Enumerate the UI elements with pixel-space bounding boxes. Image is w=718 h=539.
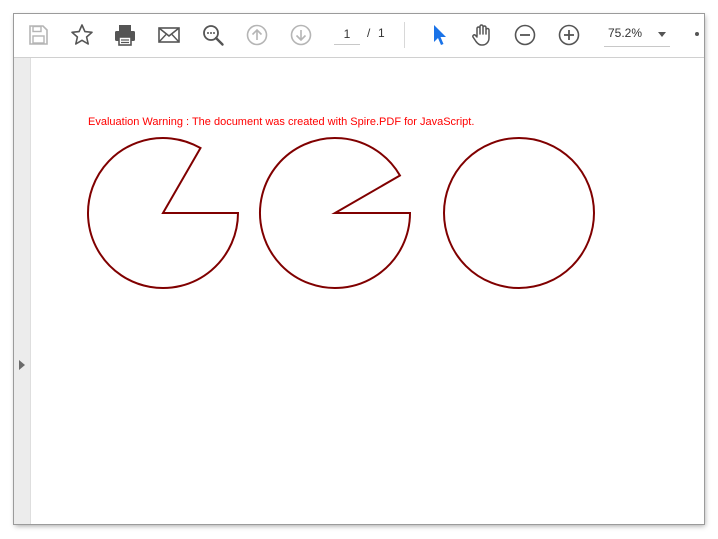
hand-tool-button[interactable] — [468, 21, 496, 49]
page-total: 1 — [378, 26, 385, 40]
zoom-select[interactable]: 75.2% — [604, 22, 670, 47]
email-button[interactable] — [155, 21, 183, 49]
arrow-down-circle-icon — [290, 24, 312, 46]
page-separator: / — [367, 26, 371, 40]
mail-icon — [158, 27, 180, 43]
expand-sidebar-icon[interactable] — [19, 360, 25, 370]
shapes-canvas — [87, 137, 595, 289]
plus-circle-icon — [558, 24, 580, 46]
printer-icon — [115, 25, 135, 46]
next-page-button[interactable] — [287, 21, 315, 49]
page-number-input[interactable] — [334, 24, 360, 45]
previous-page-button[interactable] — [243, 21, 271, 49]
save-icon — [29, 25, 48, 45]
zoom-in-button[interactable] — [555, 21, 583, 49]
save-button[interactable] — [24, 21, 52, 49]
select-tool-button[interactable] — [424, 21, 452, 49]
circle-shape-3 — [443, 137, 595, 289]
star-icon — [71, 24, 93, 45]
chevron-down-icon — [658, 32, 666, 37]
find-button[interactable] — [199, 21, 227, 49]
pie-shape-2 — [259, 137, 412, 289]
document-page: Evaluation Warning : The document was cr… — [31, 58, 704, 524]
zoom-value: 75.2% — [608, 26, 643, 40]
sidebar-rail — [14, 58, 31, 524]
zoom-out-button[interactable] — [511, 21, 539, 49]
more-options-icon[interactable] — [695, 32, 699, 36]
toolbar-divider — [404, 22, 405, 48]
hand-icon — [472, 24, 490, 46]
print-button[interactable] — [111, 21, 139, 49]
pie-shape-1 — [87, 137, 240, 289]
toolbar: / 1 — [14, 14, 704, 58]
arrow-up-circle-icon — [246, 24, 268, 46]
pdf-viewer-window: / 1 — [14, 14, 704, 524]
cursor-icon — [434, 25, 446, 45]
bookmark-button[interactable] — [68, 21, 96, 49]
search-icon — [203, 25, 224, 46]
minus-circle-icon — [514, 24, 536, 46]
